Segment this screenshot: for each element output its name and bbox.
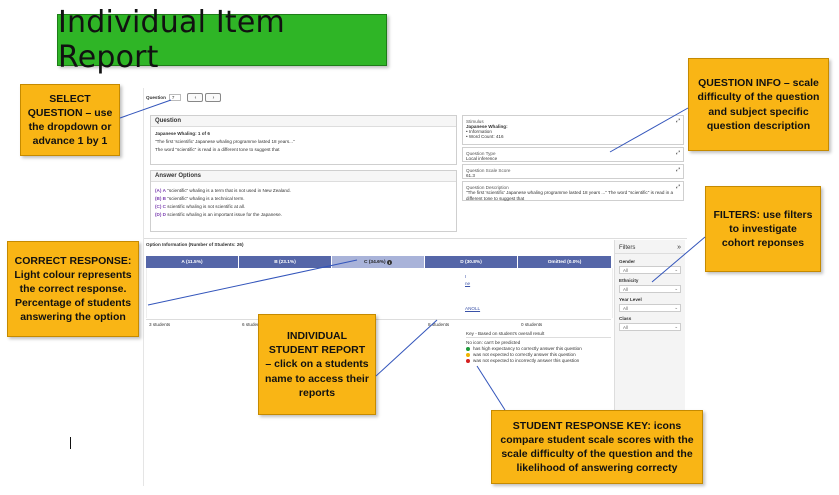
key-item: was not expected to correctly answer thi… bbox=[466, 352, 611, 357]
question-type-value: Local inference bbox=[466, 156, 498, 161]
question-description-panel: Question Description ⤢ "The first 'scien… bbox=[462, 181, 684, 201]
answer-options-title: Answer Options bbox=[151, 171, 456, 182]
question-quote: "The first 'scientific' Japanese whaling… bbox=[155, 139, 295, 144]
callout-individual-student: INDIVIDUAL STUDENT REPORT – click on a s… bbox=[258, 314, 376, 415]
callout-question-info: QUESTION INFO – scale difficulty of the … bbox=[688, 58, 829, 151]
next-question-button[interactable]: › bbox=[205, 93, 222, 102]
scale-score-label: Question Scale Score bbox=[466, 167, 511, 173]
callout-select-question: SELECT QUESTION – use the dropdown or ad… bbox=[20, 84, 120, 156]
expand-icon[interactable]: ⤢ bbox=[676, 150, 680, 156]
chevron-down-icon: ⌄ bbox=[674, 286, 678, 291]
answer-list: (A) A "scientific" whaling is a term tha… bbox=[151, 182, 456, 217]
student-counts-row: 3 students 6 students 8 students 0 stude… bbox=[146, 319, 611, 327]
answer-option: (C) C scientific whaling is not scientif… bbox=[155, 204, 246, 209]
filter-select-ethnicity[interactable]: All ⌄ bbox=[619, 285, 681, 293]
option-bar-omitted: Omitted (0.0%) bbox=[518, 256, 611, 268]
question-type-panel: Question Type ⤢ Local inference bbox=[462, 147, 684, 162]
answer-option: (A) A "scientific" whaling is a term tha… bbox=[155, 188, 291, 193]
question-description-label: Question Description bbox=[466, 184, 509, 190]
expand-icon[interactable]: ⤢ bbox=[676, 167, 680, 173]
text-cursor bbox=[70, 437, 71, 449]
question-heading: Japanese Whaling: 1 of 6 bbox=[155, 131, 210, 136]
filter-label-class: Class bbox=[619, 316, 632, 321]
callout-response-key: STUDENT RESPONSE KEY: icons compare stud… bbox=[491, 410, 703, 484]
student-link[interactable]: ANOLL bbox=[465, 306, 480, 311]
prev-question-button[interactable]: ‹ bbox=[187, 93, 204, 102]
option-info-title: Option Information (Number of Students: … bbox=[146, 242, 244, 247]
stimulus-panel: Stimulus ⤢ Japanese Whaling: • Informati… bbox=[462, 115, 684, 145]
student-count-d: 8 students bbox=[428, 322, 450, 327]
filter-label-year-level: Year Level bbox=[619, 297, 642, 302]
student-count-a: 3 students bbox=[149, 322, 171, 327]
chevron-right-icon: › bbox=[212, 94, 215, 101]
key-no-icon: No icon: can't be predicted bbox=[466, 340, 521, 345]
page-title: Individual Item Report bbox=[58, 5, 285, 75]
student-columns: I ne ANOLL bbox=[146, 268, 613, 318]
student-count-omitted: 0 students bbox=[521, 322, 543, 327]
response-key: Key - Based on student's overall result … bbox=[466, 331, 611, 363]
question-type-label: Question Type bbox=[466, 150, 496, 156]
filters-title: Filters bbox=[619, 244, 636, 251]
chevron-left-icon: ‹ bbox=[194, 94, 197, 101]
question-prompt: The word "scientific" is read in a diffe… bbox=[155, 147, 280, 152]
filter-label-gender: Gender bbox=[619, 259, 636, 264]
yellow-dot-icon bbox=[466, 352, 470, 357]
answer-option: (B) B "scientific" whaling is a technica… bbox=[155, 196, 245, 201]
scale-score-panel: Question Scale Score ⤢ 61.3 bbox=[462, 164, 684, 179]
option-bars: A (11.5%) B (23.1%) C (34.6%) i D (30.8%… bbox=[146, 256, 611, 268]
question-panel-title: Question bbox=[151, 116, 456, 127]
red-dot-icon bbox=[466, 358, 470, 363]
filter-select-class[interactable]: All ⌄ bbox=[619, 323, 681, 331]
key-item: was not expected to incorrectly answer t… bbox=[466, 358, 611, 363]
question-panel: Question Japanese Whaling: 1 of 6 "The f… bbox=[150, 115, 457, 165]
key-title: Key - Based on student's overall result bbox=[466, 331, 611, 338]
student-link[interactable]: ne bbox=[465, 281, 470, 286]
option-bar-a: A (11.5%) bbox=[146, 256, 239, 268]
green-dot-icon bbox=[466, 346, 470, 351]
chevron-down-icon: ⌄ bbox=[674, 267, 678, 272]
info-icon[interactable]: i bbox=[386, 259, 392, 265]
collapse-icon[interactable]: » bbox=[677, 244, 681, 251]
filter-select-gender[interactable]: All ⌄ bbox=[619, 266, 681, 274]
student-link[interactable]: I bbox=[465, 274, 466, 279]
answer-option: (D) D scientific whaling is an important… bbox=[155, 212, 282, 217]
divider bbox=[144, 238, 687, 239]
chevron-down-icon: ⌄ bbox=[674, 305, 678, 310]
callout-filters: FILTERS: use filters to investigate coho… bbox=[705, 186, 821, 272]
question-description-value: "The first 'scientific' Japanese whaling… bbox=[466, 190, 674, 201]
stimulus-label: Stimulus bbox=[466, 118, 484, 124]
question-dropdown[interactable]: 7 bbox=[168, 94, 182, 101]
option-bar-c-correct: C (34.6%) i bbox=[332, 256, 425, 268]
stimulus-bullet: • Word Count: 416 bbox=[466, 134, 504, 139]
expand-icon[interactable]: ⤢ bbox=[676, 184, 680, 190]
option-bar-d: D (30.8%) bbox=[425, 256, 518, 268]
question-info-column: Stimulus ⤢ Japanese Whaling: • Informati… bbox=[462, 115, 684, 201]
answer-options-panel: Answer Options (A) A "scientific" whalin… bbox=[150, 170, 457, 232]
option-bar-b: B (23.1%) bbox=[239, 256, 332, 268]
callout-correct-response: CORRECT RESPONSE: Light colour represent… bbox=[7, 241, 139, 337]
question-label: Question bbox=[146, 95, 166, 100]
filter-select-year-level[interactable]: All ⌄ bbox=[619, 304, 681, 312]
filter-label-ethnicity: Ethnicity bbox=[619, 278, 639, 283]
title-banner: Individual Item Report bbox=[57, 5, 387, 75]
key-item: has high expectancy to correctly answer … bbox=[466, 346, 611, 351]
expand-icon[interactable]: ⤢ bbox=[676, 118, 680, 124]
question-selector: Question 7 ‹ › bbox=[146, 93, 222, 102]
chevron-down-icon: ⌄ bbox=[674, 324, 678, 329]
scale-score-value: 61.3 bbox=[466, 173, 475, 178]
